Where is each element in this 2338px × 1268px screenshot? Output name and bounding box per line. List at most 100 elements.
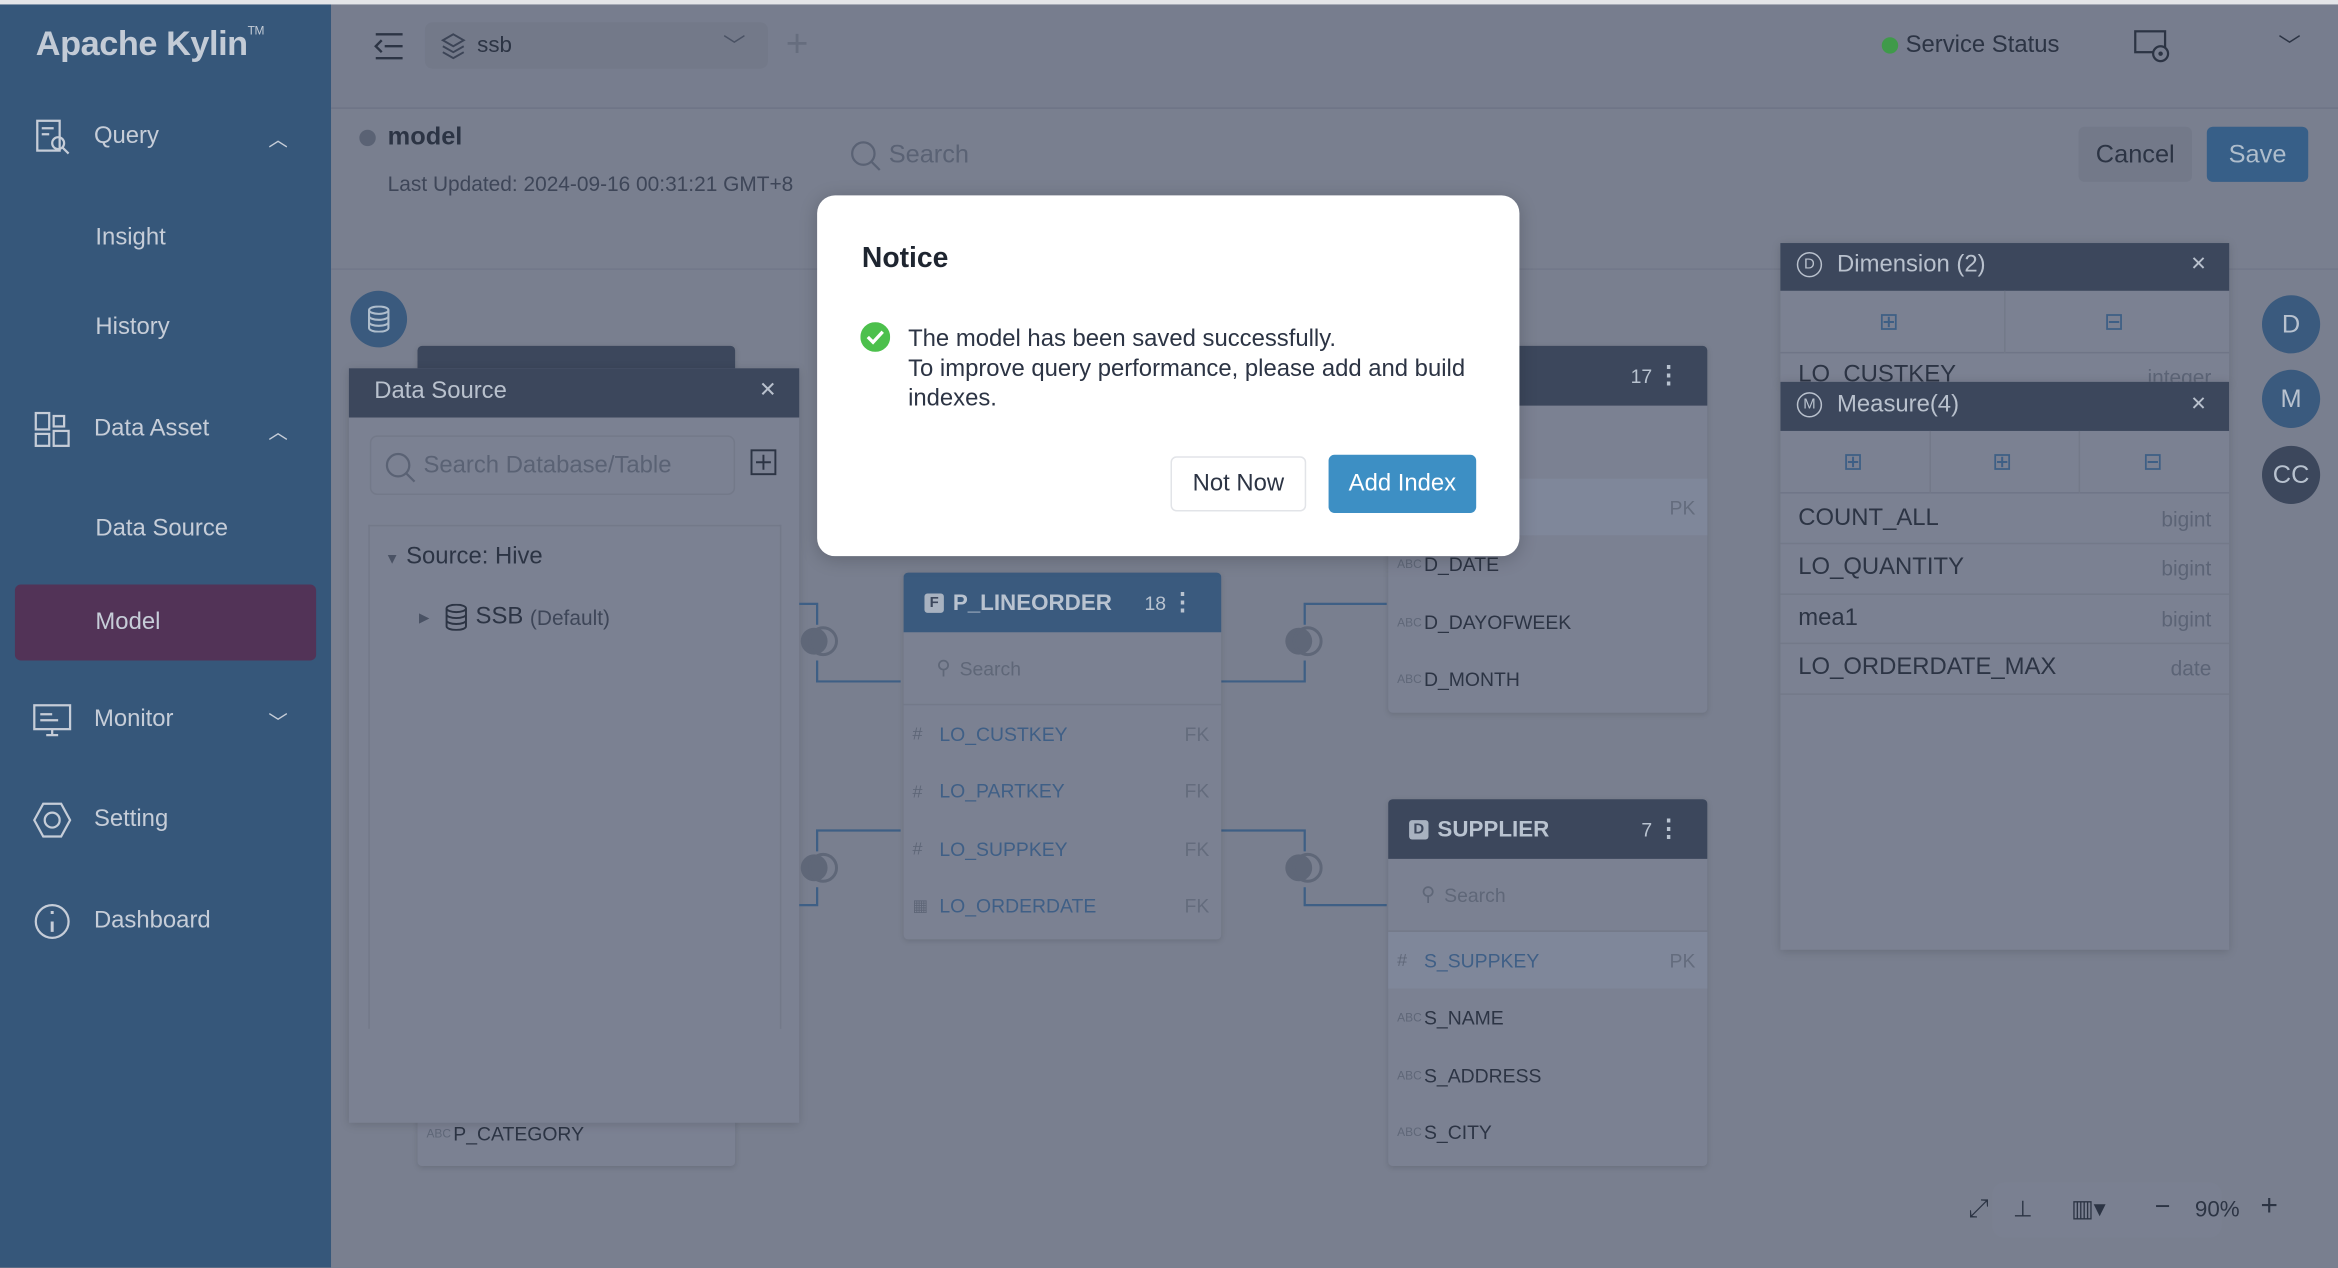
tree-node-source[interactable]: ▼ Source: Hive (385, 544, 543, 571)
column-count: 18 (1144, 591, 1167, 614)
column-name: D_MONTH (1424, 668, 1520, 691)
table-search-input[interactable]: ⚲ Search (903, 632, 1222, 706)
sidebar-item-query[interactable]: Query ︿ (0, 107, 331, 167)
key-badge: PK (1669, 949, 1696, 972)
column-name: LO_PARTKEY (939, 779, 1065, 803)
table-card-supplier[interactable]: D SUPPLIER 7 ⋮ ⚲ Search # S_SUPPKEY PK ABC S_… (1388, 799, 1708, 1167)
join-icon[interactable] (1282, 847, 1324, 889)
zoom-out-icon[interactable]: − (2155, 1191, 2171, 1222)
table-header[interactable]: D SUPPLIER 7 ⋮ (1388, 799, 1708, 859)
table-search-input[interactable]: ⚲ Search (1388, 859, 1708, 932)
project-select[interactable]: ssb ﹀ (424, 22, 768, 69)
tree-node-database[interactable]: ▶ SSB (Default) (419, 603, 610, 631)
table-column[interactable]: ▦ LO_ORDERDATE FK (904, 878, 1222, 935)
sidebar-item-dashboard[interactable]: Dashboard (0, 892, 331, 952)
not-now-button[interactable]: Not Now (1170, 456, 1307, 512)
sidebar-item-insight[interactable]: Insight (0, 209, 331, 269)
data-asset-icon (34, 411, 70, 447)
search-placeholder: Search (959, 656, 1022, 680)
add-datasource-icon[interactable] (750, 449, 777, 476)
column-count: 17 (1630, 364, 1653, 387)
table-column[interactable]: # LO_PARTKEY FK (904, 763, 1222, 820)
sidebar-item-monitor[interactable]: Monitor ﹀ (0, 690, 331, 750)
column-name: LO_CUSTKEY (939, 722, 1068, 745)
measure-item[interactable]: LO_QUANTITY bigint (1780, 544, 2230, 595)
more-icon[interactable]: ⋮ (1171, 587, 1195, 617)
table-card-lineorder[interactable]: F P_LINEORDER 18 ⋮ ⚲ Search # LO_CUSTKEY FK… (903, 572, 1222, 940)
measure-actions: ⊞ ⊞ ⊟ (1780, 430, 2230, 494)
service-status[interactable]: Service Status (1906, 33, 2060, 60)
datasource-toggle-button[interactable] (350, 290, 408, 348)
chevron-down-icon: ﹀ (723, 34, 746, 60)
dimension-panel: D Dimension (2) ✕ ⊞ ⊟ LO_CUSTKEY integer (1780, 243, 2230, 389)
column-name: D_DATE (1424, 553, 1500, 576)
source-tree: ▼ Source: Hive ▶ SSB (Default) (368, 524, 782, 1029)
dimension-avatar-button[interactable]: D (2261, 295, 2321, 354)
layout-columns-icon[interactable]: ▥▾ (2071, 1194, 2106, 1224)
number-type-icon: # (912, 780, 923, 802)
data-source-panel: Data Source ✕ Search Database/Table ▼ So… (348, 368, 800, 1123)
sidebar-item-history[interactable]: History (0, 298, 331, 358)
join-icon[interactable] (798, 620, 840, 662)
key-badge: FK (1184, 894, 1210, 918)
sidebar-item-data-asset[interactable]: Data Asset ︿ (0, 400, 331, 460)
cancel-button[interactable]: Cancel (2078, 126, 2192, 182)
computed-column-avatar-button[interactable]: CC (2261, 445, 2321, 504)
batch-delete-icon[interactable]: ⊟ (2143, 447, 2163, 477)
system-settings-icon[interactable] (2132, 28, 2174, 67)
save-button[interactable]: Save (2206, 126, 2309, 182)
table-column[interactable]: ABC D_MONTH (1388, 651, 1707, 708)
measure-type: date (2170, 656, 2212, 681)
join-icon[interactable] (798, 847, 840, 889)
sidebar-item-label: Insight (95, 225, 166, 251)
collapse-menu-icon[interactable] (373, 31, 406, 61)
model-search-input[interactable]: Search (850, 137, 1148, 173)
model-name: model (387, 122, 463, 151)
add-project-icon[interactable]: + (786, 21, 809, 67)
add-index-button[interactable]: Add Index (1328, 454, 1477, 513)
key-badge: PK (1669, 495, 1696, 519)
add-icon[interactable]: ⊞ (1843, 447, 1863, 477)
column-name: D_DAYOFWEEK (1424, 610, 1572, 633)
search-database-input[interactable]: Search Database/Table (369, 435, 736, 496)
measure-type: bigint (2161, 556, 2212, 581)
close-icon[interactable]: ✕ (759, 377, 776, 402)
sidebar-item-label: History (95, 314, 170, 340)
table-header[interactable]: F P_LINEORDER 18 ⋮ (903, 572, 1222, 633)
measure-item[interactable]: mea1 bigint (1780, 594, 2230, 645)
string-type-icon: ABC (1397, 557, 1422, 572)
table-column[interactable]: ABC S_NAME (1388, 989, 1707, 1046)
batch-add-icon[interactable]: ⊞ (1879, 307, 1899, 337)
join-icon[interactable] (1282, 620, 1324, 662)
close-icon[interactable]: ✕ (2190, 252, 2206, 276)
database-icon (445, 603, 467, 631)
table-column[interactable]: # LO_CUSTKEY FK (904, 705, 1222, 762)
sidebar-item-model[interactable]: Model (14, 584, 317, 661)
auto-layout-icon[interactable]: ⊥ (2013, 1196, 2033, 1222)
table-column[interactable]: # S_SUPPKEY PK (1388, 931, 1708, 989)
table-column[interactable]: ABC S_CITY (1388, 1104, 1707, 1161)
sidebar-item-data-source[interactable]: Data Source (0, 500, 331, 560)
sidebar-item-setting[interactable]: Setting (0, 790, 331, 850)
batch-delete-icon[interactable]: ⊟ (2104, 307, 2124, 337)
zoom-in-icon[interactable]: + (2261, 1190, 2278, 1224)
measure-item[interactable]: COUNT_ALL bigint (1780, 494, 2230, 545)
fullscreen-icon[interactable]: ⤢ (1968, 1194, 1988, 1224)
measure-avatar-button[interactable]: M (2261, 369, 2321, 428)
column-count: 7 (1641, 817, 1653, 841)
batch-add-icon[interactable]: ⊞ (1992, 447, 2012, 477)
table-column[interactable]: # LO_SUPPKEY FK (904, 820, 1222, 877)
column-name: S_NAME (1424, 1006, 1504, 1029)
panel-title: Measure(4) (1837, 392, 1960, 418)
more-icon[interactable]: ⋮ (1657, 361, 1681, 391)
search-placeholder: Search (1444, 883, 1506, 906)
close-icon[interactable]: ✕ (2190, 392, 2206, 416)
more-icon[interactable]: ⋮ (1657, 814, 1681, 844)
user-menu-chevron-icon[interactable]: ﹀ (2278, 30, 2300, 61)
column-name: LO_SUPPKEY (939, 837, 1068, 860)
measure-item[interactable]: LO_ORDERDATE_MAX date (1780, 644, 2230, 695)
string-type-icon: ABC (1397, 672, 1422, 686)
database-icon (368, 305, 390, 333)
table-column[interactable]: ABC D_DAYOFWEEK (1388, 593, 1707, 650)
table-column[interactable]: ABC S_ADDRESS (1388, 1047, 1707, 1104)
